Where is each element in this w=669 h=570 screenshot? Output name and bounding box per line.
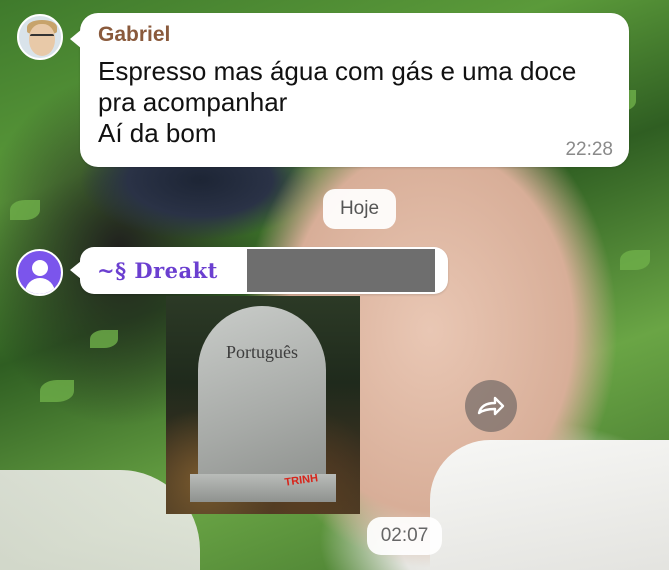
message-timestamp: 22:28	[565, 139, 613, 160]
message-bubble[interactable]: Gabriel Espresso mas água com gás e uma …	[70, 13, 629, 167]
wallpaper-leaf	[620, 250, 650, 270]
wallpaper-leaf	[40, 380, 74, 402]
user-avatar-icon[interactable]	[16, 249, 63, 296]
tombstone-image	[198, 306, 326, 488]
share-forward-icon-glyph	[477, 396, 505, 416]
wallpaper-leaf	[10, 200, 40, 220]
message-header-bubble[interactable]: ~§ Dreakt	[70, 247, 448, 294]
message-text: Espresso mas água com gás e uma doce pra…	[98, 56, 577, 148]
wallpaper-leaf	[90, 330, 118, 348]
redacted-block	[247, 249, 435, 292]
tombstone-text: Português	[226, 342, 298, 362]
sender-name[interactable]: ~§ Dreakt	[97, 258, 218, 283]
date-separator: Hoje	[323, 189, 396, 229]
share-forward-icon[interactable]	[465, 380, 517, 432]
image-message[interactable]: Português TRINH	[166, 296, 360, 514]
sender-name[interactable]: Gabriel	[98, 23, 170, 47]
message-timestamp: 02:07	[367, 517, 442, 555]
avatar[interactable]	[17, 14, 63, 60]
wallpaper-jacket	[430, 440, 669, 570]
